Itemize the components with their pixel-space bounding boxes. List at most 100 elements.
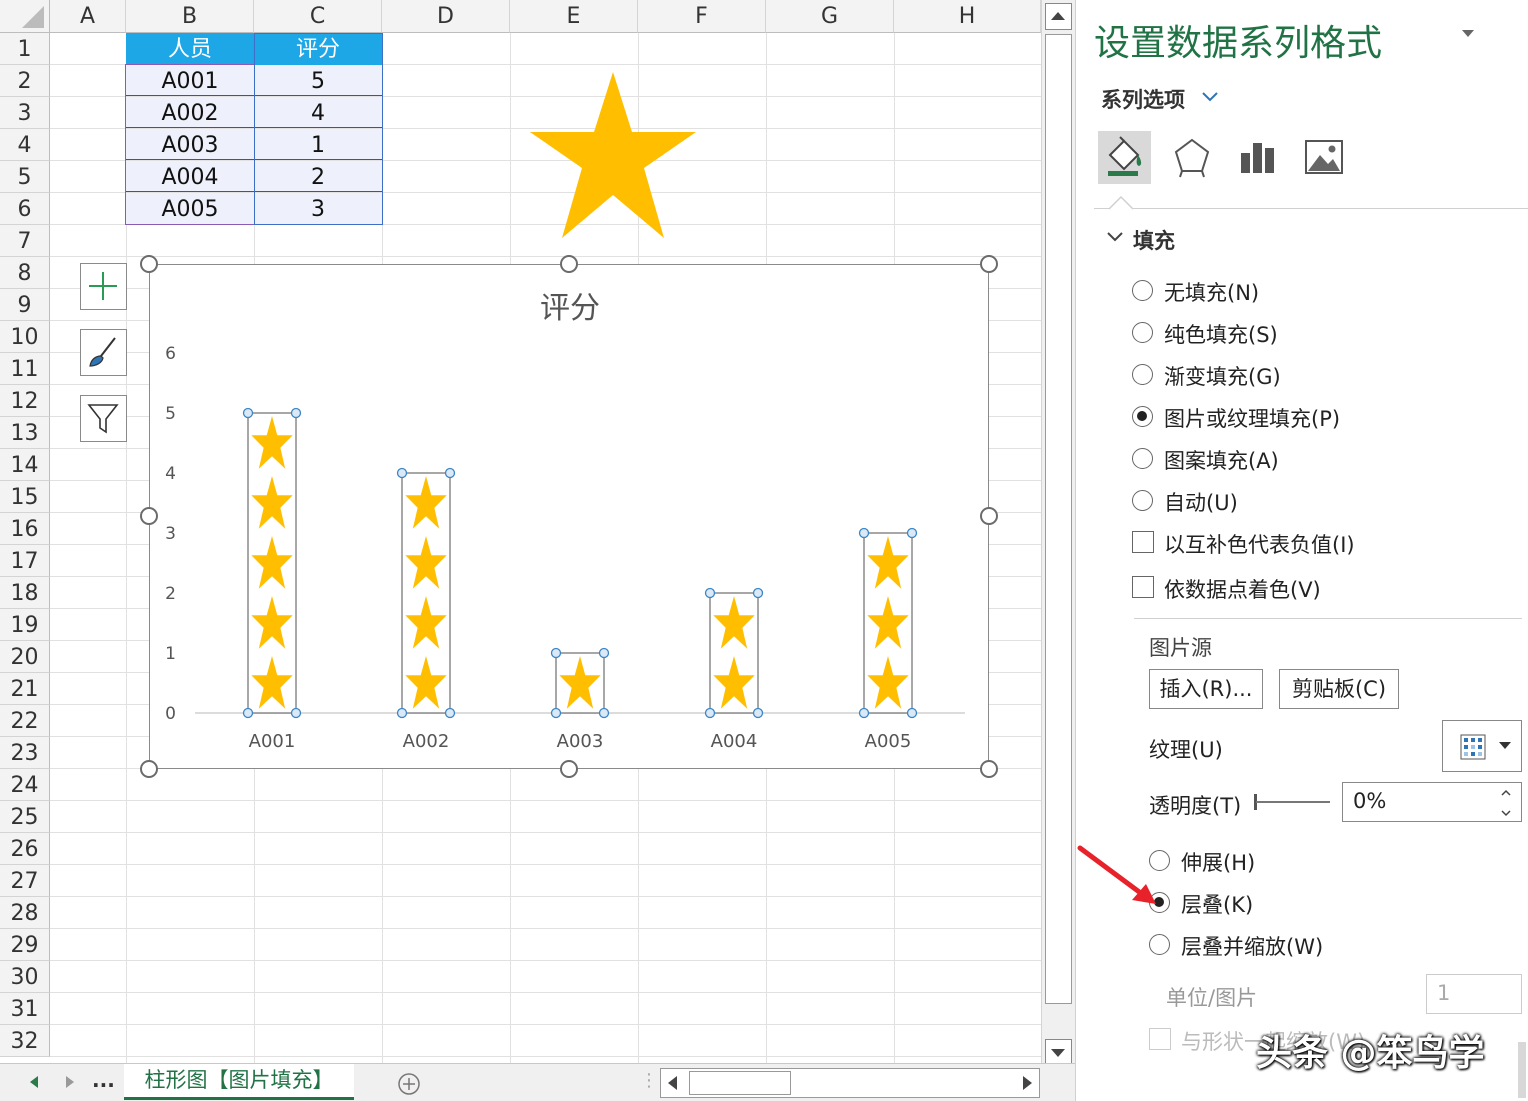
more-sheets[interactable]: ...: [92, 1068, 115, 1092]
triangle-right-icon[interactable]: [1017, 1073, 1037, 1093]
table-cell-score[interactable]: 4: [254, 97, 382, 128]
bar-selection-handle[interactable]: [550, 707, 562, 719]
clipboard-button[interactable]: 剪贴板(C): [1279, 669, 1399, 709]
row-header[interactable]: 11: [0, 353, 50, 385]
fill-option-radio[interactable]: [1132, 280, 1153, 301]
scroll-right-icon[interactable]: [64, 1075, 76, 1089]
row-header[interactable]: 8: [0, 257, 50, 289]
horizontal-scrollbar[interactable]: [660, 1068, 1040, 1098]
row-header[interactable]: 12: [0, 385, 50, 417]
vary-colors-label[interactable]: 依数据点着色(V): [1164, 574, 1321, 604]
fill-option-radio[interactable]: [1132, 448, 1153, 469]
chart-area[interactable]: 0 1 2 3 4 5 6 A001 A002 A003 A004 A005 评分: [149, 264, 989, 769]
resize-handle-br[interactable]: [980, 760, 998, 778]
row-header[interactable]: 7: [0, 225, 50, 257]
row-header[interactable]: 25: [0, 801, 50, 833]
resize-handle-tr[interactable]: [980, 255, 998, 273]
stretch-option-radio[interactable]: [1149, 934, 1170, 955]
tab-fill-line[interactable]: [1098, 131, 1151, 184]
star-shape[interactable]: [528, 70, 698, 240]
resize-handle-mr[interactable]: [980, 507, 998, 525]
column-header-a[interactable]: A: [50, 0, 126, 33]
fill-option-label[interactable]: 纯色填充(S): [1164, 319, 1278, 349]
row-header[interactable]: 9: [0, 289, 50, 321]
row-header[interactable]: 20: [0, 641, 50, 673]
bar-selection-handle[interactable]: [704, 587, 716, 599]
row-header[interactable]: 22: [0, 705, 50, 737]
row-header[interactable]: 27: [0, 865, 50, 897]
bar-selection-handle[interactable]: [704, 707, 716, 719]
row-header[interactable]: 24: [0, 769, 50, 801]
series-options-label[interactable]: 系列选项: [1101, 84, 1185, 114]
row-header[interactable]: 16: [0, 513, 50, 545]
table-cell-person[interactable]: A005: [126, 193, 254, 224]
spreadsheet-grid[interactable]: A B C D E F G H 1 2 3 4 5 6 7 8 9 10 11 12 13 14 15 16 1…: [0, 0, 1041, 1063]
column-header-h[interactable]: H: [894, 0, 1041, 33]
table-cell-score[interactable]: 1: [254, 129, 382, 160]
chart-title[interactable]: 评分: [150, 283, 990, 327]
scroll-down-button[interactable]: [1045, 1039, 1072, 1066]
resize-handle-ml[interactable]: [140, 507, 158, 525]
column-header-d[interactable]: D: [382, 0, 510, 33]
vary-colors-checkbox[interactable]: [1132, 576, 1154, 598]
fill-option-label[interactable]: 图片或纹理填充(P): [1164, 403, 1340, 433]
texture-dropdown[interactable]: [1442, 720, 1522, 772]
column-header-e[interactable]: E: [510, 0, 638, 33]
fill-option-radio[interactable]: [1132, 406, 1153, 427]
chart-plot[interactable]: 0 1 2 3 4 5 6 A001 A002 A003 A004 A005: [150, 265, 990, 770]
row-header[interactable]: 15: [0, 481, 50, 513]
fill-option-label[interactable]: 自动(U): [1164, 487, 1238, 517]
bar-selection-handle[interactable]: [858, 707, 870, 719]
chart-elements-button[interactable]: [80, 263, 127, 310]
bar-selection-handle[interactable]: [550, 647, 562, 659]
resize-handle-bm[interactable]: [560, 760, 578, 778]
row-header[interactable]: 1: [0, 33, 50, 65]
bar-selection-handle[interactable]: [858, 527, 870, 539]
scroll-up-button[interactable]: [1045, 3, 1072, 30]
fill-option-label[interactable]: 渐变填充(G): [1164, 361, 1281, 391]
stretch-option-label[interactable]: 层叠并缩放(W): [1181, 931, 1323, 961]
bar-selection-handle[interactable]: [396, 467, 408, 479]
table-header-score[interactable]: 评分: [254, 33, 382, 65]
chart-styles-button[interactable]: [80, 329, 127, 376]
tab-splitter[interactable]: ⋮: [640, 1070, 658, 1091]
bar-selection-handle[interactable]: [444, 467, 456, 479]
chart-filters-button[interactable]: [80, 395, 127, 442]
resize-handle-bl[interactable]: [140, 760, 158, 778]
bar-selection-handle[interactable]: [396, 707, 408, 719]
fill-option-radio[interactable]: [1132, 490, 1153, 511]
insert-button[interactable]: 插入(R)...: [1149, 669, 1263, 709]
scale-with-shape-checkbox[interactable]: [1149, 1028, 1171, 1050]
row-header[interactable]: 18: [0, 577, 50, 609]
table-cell-score[interactable]: 3: [254, 193, 382, 224]
hscroll-thumb[interactable]: [689, 1071, 791, 1095]
spinner-icon[interactable]: [1499, 787, 1513, 819]
row-header[interactable]: 21: [0, 673, 50, 705]
fill-option-radio[interactable]: [1132, 364, 1153, 385]
bar-selection-handle[interactable]: [598, 707, 610, 719]
row-header[interactable]: 32: [0, 1025, 50, 1057]
bar-selection-handle[interactable]: [598, 647, 610, 659]
tab-picture[interactable]: [1298, 131, 1351, 184]
row-header[interactable]: 19: [0, 609, 50, 641]
table-cell-score[interactable]: 5: [254, 65, 382, 96]
column-header-f[interactable]: F: [638, 0, 766, 33]
invert-negative-checkbox[interactable]: [1132, 531, 1154, 553]
transparency-slider[interactable]: [1256, 801, 1330, 803]
fill-option-radio[interactable]: [1132, 322, 1153, 343]
fill-option-label[interactable]: 图案填充(A): [1164, 445, 1279, 475]
bar-selection-handle[interactable]: [242, 407, 254, 419]
triangle-left-icon[interactable]: [663, 1073, 683, 1093]
row-header[interactable]: 2: [0, 65, 50, 97]
unit-per-picture-input[interactable]: 1: [1426, 974, 1522, 1014]
bar-selection-handle[interactable]: [906, 707, 918, 719]
add-sheet-icon[interactable]: [397, 1072, 421, 1096]
resize-handle-tm[interactable]: [560, 255, 578, 273]
transparency-input[interactable]: 0%: [1342, 782, 1522, 822]
bar-selection-handle[interactable]: [290, 707, 302, 719]
row-header[interactable]: 5: [0, 161, 50, 193]
column-header-b[interactable]: B: [126, 0, 254, 33]
row-header[interactable]: 6: [0, 193, 50, 225]
bar-selection-handle[interactable]: [444, 707, 456, 719]
tab-effects[interactable]: [1166, 131, 1219, 184]
